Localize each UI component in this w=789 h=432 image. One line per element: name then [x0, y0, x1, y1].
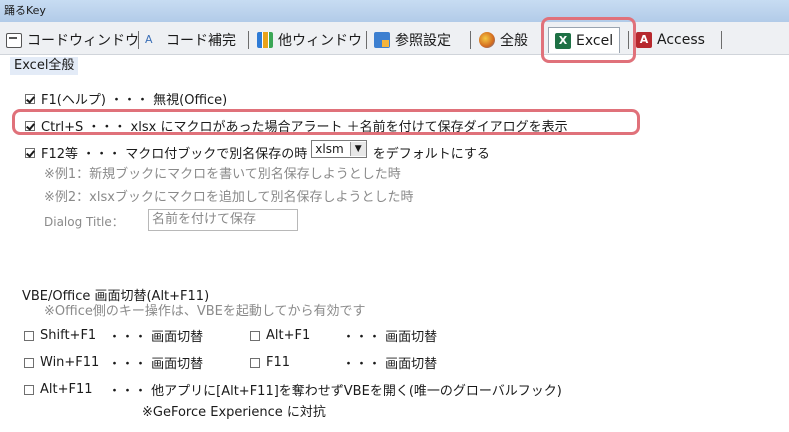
key-label: Alt+F1	[266, 328, 311, 343]
shift-f1-checkbox[interactable]	[24, 330, 34, 341]
dialog-title-label: Dialog Title：	[44, 215, 124, 229]
option-alt-f11[interactable]: Alt+F11 ・・・ 他アプリに[Alt+F11]を奪わせずVBEを開く(唯一…	[24, 380, 562, 399]
tab-general[interactable]: 全般	[479, 29, 528, 51]
chevron-down-icon[interactable]: ▼	[349, 141, 366, 156]
option-label: をデフォルトにする	[372, 147, 490, 162]
tab-label: Excel	[576, 32, 614, 49]
save-format-select[interactable]: xlsm ▼	[311, 139, 367, 158]
alt-f11-checkbox[interactable]	[24, 384, 34, 395]
tab-references[interactable]: 参照設定	[374, 29, 451, 51]
tab-label: コード補完	[166, 33, 236, 49]
tab-divider	[470, 31, 471, 49]
tab-label: Access	[657, 32, 705, 48]
example-1-text: ※例1：新規ブックにマクロを書いて別名保存しようとした時	[44, 167, 401, 182]
example-2-text: ※例2：xlsxブックにマクロを追加して別名保存しようとした時	[44, 190, 414, 205]
tab-code-window[interactable]: コードウィンドウ	[6, 29, 139, 51]
f12-checkbox[interactable]	[25, 147, 35, 158]
win-f11-checkbox[interactable]	[24, 357, 34, 368]
action-label: ・・・ 画面切替	[108, 357, 204, 372]
option-label: Ctrl+S ・・・ xlsx にマクロがあった場合アラート ＋名前を付けて保存…	[41, 120, 568, 135]
vbe-footnote: ※GeForce Experience に対抗	[142, 405, 326, 420]
tab-divider	[138, 31, 139, 49]
key-label: Alt+F11	[40, 382, 93, 397]
tab-excel[interactable]: X Excel	[548, 27, 621, 53]
vbe-note: ※Office側のキー操作は、VBEを起動してから有効です	[44, 304, 366, 319]
other-window-icon	[257, 32, 273, 48]
tab-divider	[366, 31, 367, 49]
option-label: F12等 ・・・ マクロ付ブックで別名保存の時	[41, 147, 308, 162]
option-f11[interactable]: F11 ・・・ 画面切替	[250, 353, 437, 372]
section-title: Excel全般	[10, 57, 79, 75]
option-f1[interactable]: F1(ヘルプ) ・・・ 無視(Office)	[25, 89, 227, 108]
tab-bar: コードウィンドウ A コード補完 他ウィンドウ 参照設定 全般 X Excel …	[0, 22, 789, 55]
f1-checkbox[interactable]	[25, 93, 35, 104]
action-label: ・・・ 他アプリに[Alt+F11]を奪わせずVBEを開く(唯一のグローバルフッ…	[108, 384, 562, 399]
tab-label: コードウィンドウ	[27, 33, 139, 49]
code-window-icon	[6, 32, 22, 48]
tab-code-completion[interactable]: A コード補完	[145, 29, 236, 51]
alt-f1-checkbox[interactable]	[250, 330, 260, 341]
key-label: Shift+F1	[40, 328, 97, 343]
excel-icon: X	[555, 32, 571, 49]
select-value: xlsm	[315, 141, 344, 156]
option-win-f11[interactable]: Win+F11 ・・・ 画面切替	[24, 353, 203, 372]
dialog-title-input[interactable]: 名前を付けて保存	[148, 209, 298, 231]
key-label: F11	[266, 355, 291, 370]
action-label: ・・・ 画面切替	[108, 330, 204, 345]
general-icon	[479, 32, 495, 48]
access-icon: A	[636, 32, 652, 48]
option-alt-f1[interactable]: Alt+F1 ・・・ 画面切替	[250, 326, 437, 345]
tab-label: 参照設定	[395, 33, 451, 49]
ctrl-s-checkbox[interactable]	[25, 120, 35, 131]
references-icon	[374, 32, 390, 48]
option-f12[interactable]: F12等 ・・・ マクロ付ブックで別名保存の時 xlsm ▼ をデフォルトにする	[25, 139, 490, 162]
window-title: 踊るKey	[0, 0, 789, 22]
tab-divider	[248, 31, 249, 49]
tab-access[interactable]: A Access	[636, 29, 705, 51]
option-ctrl-s[interactable]: Ctrl+S ・・・ xlsx にマクロがあった場合アラート ＋名前を付けて保存…	[25, 116, 568, 135]
option-label: F1(ヘルプ) ・・・ 無視(Office)	[41, 93, 228, 108]
tab-divider	[721, 31, 722, 49]
tab-label: 全般	[500, 33, 528, 49]
f11-checkbox[interactable]	[250, 357, 260, 368]
key-label: Win+F11	[40, 355, 100, 370]
tab-label: 他ウィンドウ	[278, 33, 362, 49]
action-label: ・・・ 画面切替	[342, 357, 438, 372]
code-completion-icon: A	[145, 33, 153, 46]
tab-divider	[628, 31, 629, 49]
option-shift-f1[interactable]: Shift+F1 ・・・ 画面切替	[24, 326, 203, 345]
action-label: ・・・ 画面切替	[342, 330, 438, 345]
tab-other-window[interactable]: 他ウィンドウ	[257, 29, 362, 51]
